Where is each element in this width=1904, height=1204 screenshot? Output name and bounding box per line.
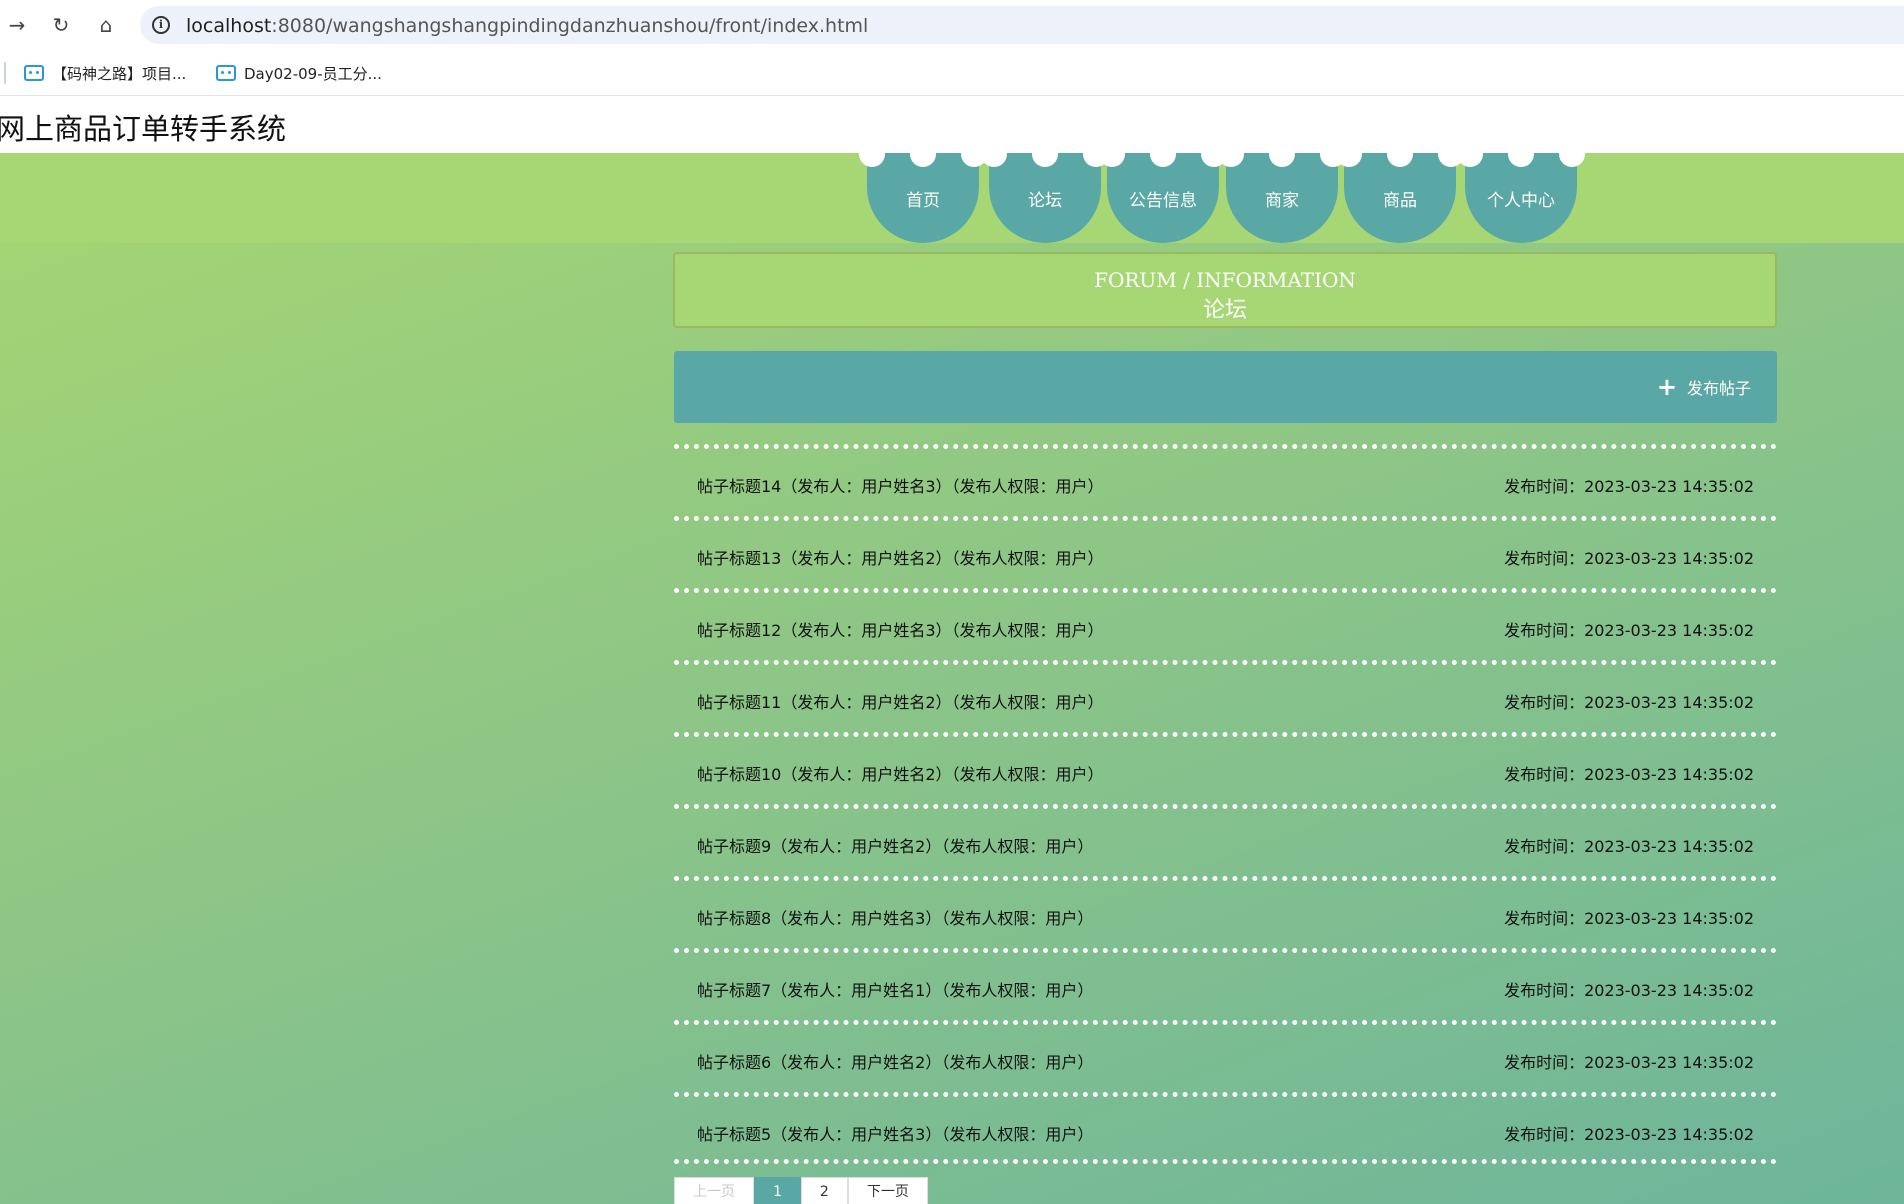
home-icon[interactable]: ⌂ <box>93 12 119 38</box>
forum-toolbar: + 发布帖子 <box>674 351 1777 423</box>
page-button-2[interactable]: 2 <box>800 1177 848 1204</box>
post-title[interactable]: 帖子标题6（发布人：用户姓名2）（发布人权限：用户） <box>697 1049 1093 1073</box>
bookmark-item[interactable]: Day02-09-员工分... <box>216 60 382 86</box>
site-info-icon[interactable]: i <box>152 16 170 34</box>
bilibili-icon <box>216 65 236 81</box>
url-field[interactable]: i localhost:8080/wangshangshangpindingda… <box>140 6 1904 44</box>
plus-icon: + <box>1656 373 1677 401</box>
post-time: 发布时间：2023-03-23 14:35:02 <box>1504 981 1754 1000</box>
post-time: 发布时间：2023-03-23 14:35:02 <box>1504 765 1754 784</box>
publish-post-button[interactable]: + 发布帖子 <box>1657 375 1751 399</box>
nav-tab-label: 论坛 <box>1028 191 1062 211</box>
post-time: 发布时间：2023-03-23 14:35:02 <box>1504 693 1754 712</box>
post-time: 发布时间：2023-03-23 14:35:02 <box>1504 1053 1754 1072</box>
nav-tab-label: 公告信息 <box>1129 191 1197 211</box>
post-row[interactable]: 帖子标题10（发布人：用户姓名2）（发布人权限：用户） 发布时间：2023-03-… <box>674 732 1777 804</box>
nav-tab-label: 商品 <box>1383 191 1417 211</box>
post-title[interactable]: 帖子标题9（发布人：用户姓名2）（发布人权限：用户） <box>697 833 1093 857</box>
nav-tab-scallop <box>1269 153 1295 167</box>
post-row[interactable]: 帖子标题12（发布人：用户姓名3）（发布人权限：用户） 发布时间：2023-03-… <box>674 588 1777 660</box>
nav-tab-label: 首页 <box>906 191 940 211</box>
prev-page-button[interactable]: 上一页 <box>674 1177 754 1204</box>
bookmark-label: Day02-09-员工分... <box>244 64 382 83</box>
post-row[interactable]: 帖子标题9（发布人：用户姓名2）（发布人权限：用户） 发布时间：2023-03-2… <box>674 804 1777 876</box>
browser-address-bar: → ↻ ⌂ i localhost:8080/wangshangshangpin… <box>0 0 1904 50</box>
post-title[interactable]: 帖子标题13（发布人：用户姓名2）（发布人权限：用户） <box>697 545 1104 569</box>
reload-icon[interactable]: ↻ <box>48 12 74 38</box>
post-list: 帖子标题14（发布人：用户姓名3）（发布人权限：用户） 发布时间：2023-03-… <box>674 444 1777 1164</box>
post-time: 发布时间：2023-03-23 14:35:02 <box>1504 1125 1754 1144</box>
pagination: 上一页 1 2 下一页 <box>674 1177 928 1204</box>
page-button-1[interactable]: 1 <box>754 1177 801 1204</box>
post-title[interactable]: 帖子标题11（发布人：用户姓名2）（发布人权限：用户） <box>697 689 1104 713</box>
forward-arrow-icon[interactable]: → <box>4 12 30 38</box>
post-title[interactable]: 帖子标题12（发布人：用户姓名3）（发布人权限：用户） <box>697 617 1104 641</box>
bookmarks-divider <box>4 62 6 84</box>
post-time: 发布时间：2023-03-23 14:35:02 <box>1504 477 1754 496</box>
section-title-cn: 论坛 <box>1202 298 1247 323</box>
site-title: 网上商品订单转手系统 <box>0 112 287 146</box>
page-body: 首页 论坛 公告信息 商家 商品 个人中心 FORUM / INFORMATIO… <box>0 153 1904 1204</box>
post-time: 发布时间：2023-03-23 14:35:02 <box>1504 837 1754 856</box>
post-time: 发布时间：2023-03-23 14:35:02 <box>1504 549 1754 568</box>
nav-tab-label: 个人中心 <box>1487 191 1555 211</box>
nav-tab-scallop <box>1150 153 1176 167</box>
bookmark-label: 【码神之路】项目... <box>52 64 187 83</box>
post-row[interactable]: 帖子标题5（发布人：用户姓名3）（发布人权限：用户） 发布时间：2023-03-2… <box>674 1092 1777 1164</box>
url-text[interactable]: localhost:8080/wangshangshangpindingdanz… <box>186 15 868 37</box>
post-row[interactable]: 帖子标题7（发布人：用户姓名1）（发布人权限：用户） 发布时间：2023-03-2… <box>674 948 1777 1020</box>
post-time: 发布时间：2023-03-23 14:35:02 <box>1504 621 1754 640</box>
post-title[interactable]: 帖子标题8（发布人：用户姓名3）（发布人权限：用户） <box>697 905 1093 929</box>
post-time: 发布时间：2023-03-23 14:35:02 <box>1504 909 1754 928</box>
publish-post-label: 发布帖子 <box>1686 379 1751 398</box>
bookmark-item[interactable]: 【码神之路】项目... <box>24 60 186 86</box>
nav-tab-scallop <box>1032 153 1058 167</box>
post-row[interactable]: 帖子标题13（发布人：用户姓名2）（发布人权限：用户） 发布时间：2023-03-… <box>674 516 1777 588</box>
nav-tab-label: 商家 <box>1265 191 1299 211</box>
post-row[interactable]: 帖子标题11（发布人：用户姓名2）（发布人权限：用户） 发布时间：2023-03-… <box>674 660 1777 732</box>
post-title[interactable]: 帖子标题5（发布人：用户姓名3）（发布人权限：用户） <box>697 1121 1093 1145</box>
nav-tab-scallop <box>910 153 936 167</box>
post-row[interactable]: 帖子标题6（发布人：用户姓名2）（发布人权限：用户） 发布时间：2023-03-2… <box>674 1020 1777 1092</box>
nav-tab-scallop <box>1508 153 1534 167</box>
post-row[interactable]: 帖子标题14（发布人：用户姓名3）（发布人权限：用户） 发布时间：2023-03-… <box>674 444 1777 516</box>
post-title[interactable]: 帖子标题10（发布人：用户姓名2）（发布人权限：用户） <box>697 761 1104 785</box>
section-header: FORUM / INFORMATION 论坛 <box>673 252 1777 328</box>
next-page-button[interactable]: 下一页 <box>847 1177 928 1204</box>
post-title[interactable]: 帖子标题14（发布人：用户姓名3）（发布人权限：用户） <box>697 473 1104 497</box>
bilibili-icon <box>24 65 44 81</box>
nav-tab-scallop <box>1387 153 1413 167</box>
post-row[interactable]: 帖子标题8（发布人：用户姓名3）（发布人权限：用户） 发布时间：2023-03-2… <box>674 876 1777 948</box>
section-title-en: FORUM / INFORMATION <box>1094 268 1356 292</box>
bookmarks-bar: 【码神之路】项目... Day02-09-员工分... <box>0 50 1904 96</box>
post-title[interactable]: 帖子标题7（发布人：用户姓名1）（发布人权限：用户） <box>697 977 1093 1001</box>
